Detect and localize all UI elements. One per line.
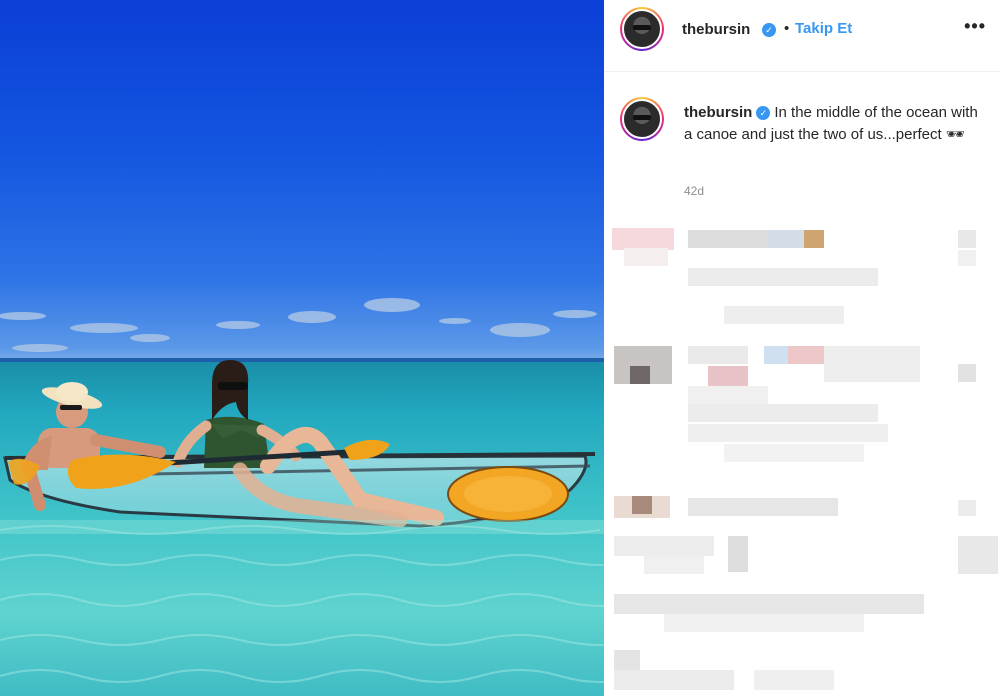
post-age[interactable]: 42d xyxy=(684,184,704,198)
post-caption: thebursin ✓ In the middle of the ocean wit… xyxy=(684,102,984,146)
post-header: thebursin ✓ • Takip Et ••• xyxy=(604,0,1000,72)
avatar[interactable] xyxy=(620,7,664,51)
username-link[interactable]: thebursin xyxy=(682,21,750,38)
post-side-panel: thebursin ✓ • Takip Et ••• thebursin ✓ In … xyxy=(604,0,1000,696)
verified-badge-icon: ✓ xyxy=(756,106,771,120)
post-photo[interactable] xyxy=(0,0,604,696)
follow-button[interactable]: Takip Et xyxy=(795,20,852,37)
clouds xyxy=(0,298,597,352)
beach-kayak-illustration xyxy=(0,298,604,696)
caption-avatar[interactable] xyxy=(620,97,664,141)
sunglasses-emoji: 🕶 xyxy=(945,126,965,143)
caption-username-link[interactable]: thebursin xyxy=(684,104,752,121)
separator: • xyxy=(784,20,790,37)
verified-badge-icon: ✓ xyxy=(762,23,776,37)
more-options-icon[interactable]: ••• xyxy=(964,16,986,37)
